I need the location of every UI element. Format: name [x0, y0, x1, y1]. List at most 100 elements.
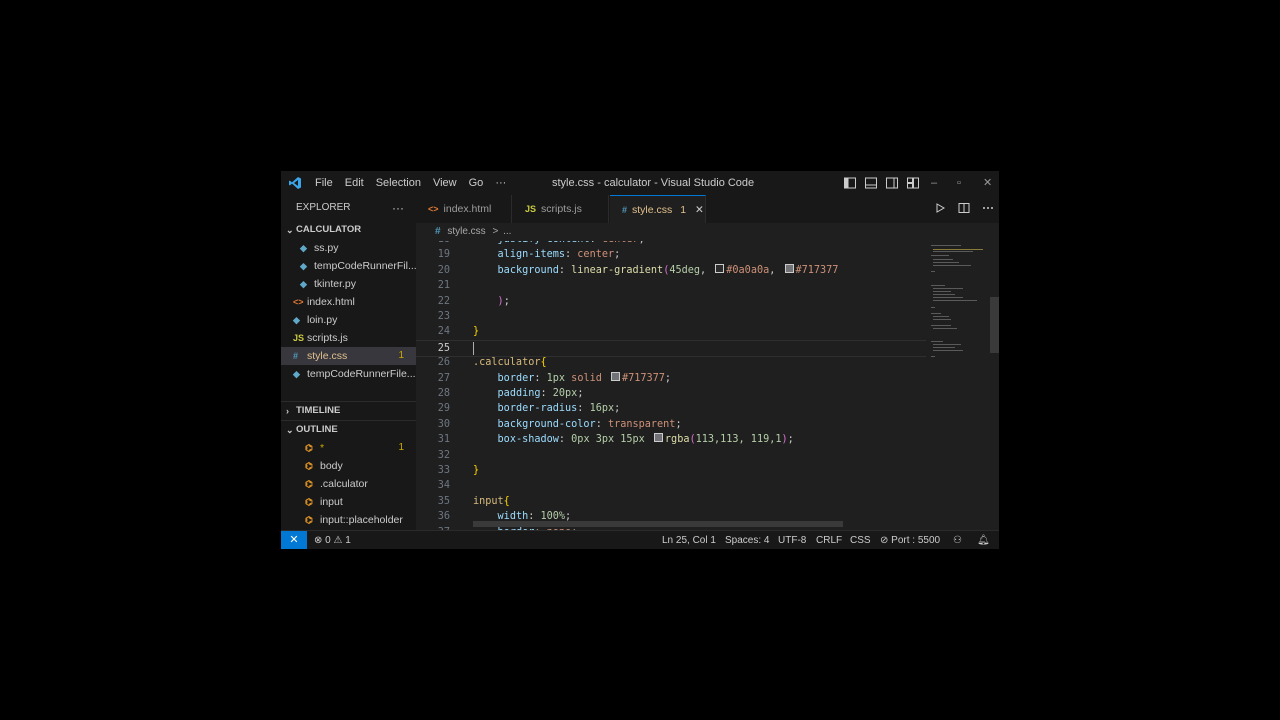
tab-scripts-js[interactable]: JS scripts.js: [513, 195, 609, 223]
close-tab-icon[interactable]: ✕: [695, 204, 704, 216]
color-swatch[interactable]: [784, 263, 794, 273]
symbol-class-icon: ⌬: [305, 443, 313, 453]
customize-layout-icon[interactable]: [906, 176, 920, 190]
minimize-button[interactable]: –: [931, 171, 937, 195]
split-editor-icon[interactable]: [958, 202, 970, 214]
line-ending[interactable]: CRLF: [816, 531, 842, 549]
code-token: 1px: [546, 372, 566, 384]
more-actions-icon[interactable]: [982, 202, 994, 214]
python-file-icon: ◆: [300, 261, 307, 271]
breadcrumb-file[interactable]: style.css: [447, 226, 485, 237]
code-text: box-shadow: 0px 3px 15px rgba(113,113, 1…: [473, 432, 794, 447]
close-window-button[interactable]: ✕: [983, 171, 992, 195]
file-item[interactable]: ◆ loin.py: [281, 311, 416, 329]
file-item[interactable]: JS scripts.js: [281, 329, 416, 347]
breadcrumb-symbol[interactable]: ...: [503, 226, 511, 237]
tab-style-css[interactable]: # style.css 1 ✕: [610, 195, 706, 223]
file-item[interactable]: ◆ tkinter.py: [281, 275, 416, 293]
symbol-class-icon: ⌬: [305, 515, 313, 525]
file-item[interactable]: ◆ tempCodeRunnerFil...: [281, 257, 416, 275]
menu-more[interactable]: ···: [495, 177, 506, 189]
code-token: :: [577, 403, 590, 415]
line-number: 31: [437, 434, 450, 446]
problems-indicator[interactable]: ⊗ 0 ⚠ 1: [314, 531, 351, 549]
toggle-secondary-sidebar-icon[interactable]: [885, 176, 899, 190]
cursor-position[interactable]: Ln 25, Col 1: [662, 531, 716, 549]
code-token: 20px: [552, 388, 578, 399]
remote-indicator-button[interactable]: ✕: [281, 531, 307, 549]
line-number: 30: [437, 418, 450, 430]
menu-file[interactable]: File: [315, 177, 333, 189]
language-mode[interactable]: CSS: [850, 531, 871, 549]
file-tree: ◆ ss.py ◆ tempCodeRunnerFil... ◆ tkinter.py <>…: [281, 239, 416, 383]
layout-controls: [843, 176, 920, 190]
menu-go[interactable]: Go: [469, 177, 484, 189]
live-server-port[interactable]: ⊘ Port : 5500: [880, 531, 940, 549]
color-swatch[interactable]: [653, 433, 663, 443]
outline-item[interactable]: ⌬ .calculator: [281, 475, 416, 493]
code-token: }: [473, 465, 480, 476]
code-token: :: [565, 249, 578, 261]
warning-icon: ⚠: [333, 535, 343, 546]
code-line: 19 align-items: center;: [416, 247, 926, 262]
outline-item[interactable]: ⌬ body: [281, 457, 416, 475]
outline-label: *: [320, 442, 325, 454]
code-token: }: [473, 326, 480, 338]
file-item[interactable]: # style.css 1: [281, 347, 416, 365]
menu-bar: File Edit Selection View Go ···: [315, 171, 518, 195]
file-item[interactable]: ◆ ss.py: [281, 239, 416, 257]
minimap[interactable]: [926, 241, 999, 530]
toggle-primary-sidebar-icon[interactable]: [843, 176, 857, 190]
outline-item[interactable]: ⌬ * 1: [281, 439, 416, 457]
code-token: :: [558, 434, 572, 446]
html-file-icon: <>: [293, 297, 304, 307]
code-token: 113,113, 119,1: [695, 434, 782, 446]
outline-item[interactable]: ⌬ input::placeholder: [281, 511, 416, 529]
line-number: 28: [437, 388, 450, 399]
horizontal-scrollbar[interactable]: [473, 521, 843, 527]
indentation[interactable]: Spaces: 4: [725, 531, 769, 549]
outline-item[interactable]: ⌬ input: [281, 493, 416, 511]
code-line: 21: [416, 278, 926, 293]
code-token: ;: [614, 249, 621, 261]
code-line: 35 input{: [416, 494, 926, 509]
run-icon[interactable]: [934, 202, 946, 214]
code-token: ,: [769, 264, 782, 276]
outline-section[interactable]: ⌄ OUTLINE: [281, 420, 416, 439]
chevron-right-icon: ›: [286, 406, 289, 416]
encoding[interactable]: UTF-8: [778, 531, 806, 549]
notifications-bell-icon[interactable]: 🔔︎: [977, 531, 990, 549]
code-line: 33}: [416, 463, 926, 478]
file-item[interactable]: ◆ tempCodeRunnerFile....: [281, 365, 416, 383]
warning-count: 1: [345, 535, 351, 546]
symbol-class-icon: ⌬: [305, 479, 313, 489]
code-text: padding: 20px;: [473, 386, 584, 401]
code-line: 31 box-shadow: 0px 3px 15px rgba(113,113…: [416, 432, 926, 447]
toggle-panel-icon[interactable]: [864, 176, 878, 190]
code-token: center: [577, 249, 615, 261]
code-editor[interactable]: 18 justify-content: center;19 align-item…: [416, 241, 926, 530]
css-file-icon: #: [435, 226, 441, 237]
title-bar: File Edit Selection View Go ··· style.cs…: [281, 171, 999, 195]
explorer-more-button[interactable]: ···: [392, 195, 404, 221]
menu-selection[interactable]: Selection: [376, 177, 421, 189]
code-text: border-radius: 16px;: [473, 401, 621, 416]
vertical-scrollbar[interactable]: [990, 297, 999, 353]
timeline-section[interactable]: › TIMELINE: [281, 401, 416, 420]
color-swatch[interactable]: [715, 263, 725, 273]
file-label: scripts.js: [307, 332, 348, 344]
file-item[interactable]: <> index.html: [281, 293, 416, 311]
code-line: 34: [416, 478, 926, 493]
color-swatch[interactable]: [610, 371, 620, 381]
css-file-icon: #: [622, 205, 628, 215]
line-number: 33: [437, 465, 450, 476]
tab-index-html[interactable]: <> index.html: [416, 195, 512, 223]
menu-view[interactable]: View: [433, 177, 457, 189]
feedback-icon[interactable]: ⚇: [953, 531, 962, 549]
folder-calculator[interactable]: ⌄ CALCULATOR: [281, 221, 416, 239]
restore-button[interactable]: ▫: [957, 171, 961, 195]
menu-edit[interactable]: Edit: [345, 177, 364, 189]
